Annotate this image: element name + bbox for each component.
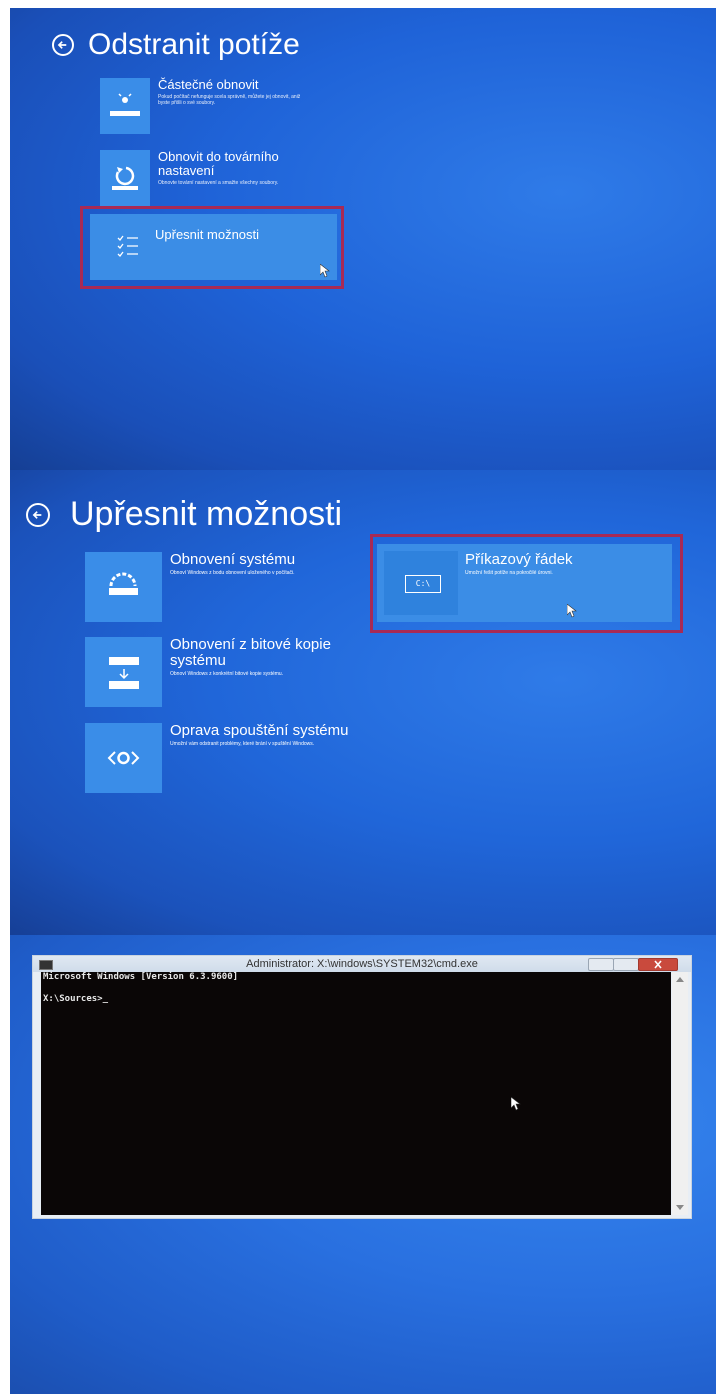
- console-output[interactable]: Microsoft Windows [Version 6.3.9600] X:\…: [41, 972, 671, 1215]
- tile-description: Obnoví Windows z konkrétní bitové kopie …: [170, 671, 284, 677]
- mouse-cursor-icon: [567, 604, 577, 618]
- tile-command-prompt[interactable]: C:\ Příkazový řádek Umožní řešit potíže …: [377, 544, 672, 622]
- tile-title: Obnovit do továrního nastavení: [158, 149, 279, 178]
- refresh-pc-icon: [100, 78, 150, 134]
- tile-title: Oprava spouštění systému: [170, 722, 349, 739]
- tile-reset-pc[interactable]: Obnovit do továrního nastavení Obnovte t…: [100, 150, 308, 206]
- tile-startup-repair[interactable]: Oprava spouštění systému Umožní vám odst…: [85, 723, 350, 793]
- startup-repair-icon: [85, 723, 162, 793]
- tile-system-image-recovery[interactable]: Obnovení z bitové kopie systému Obnoví W…: [85, 637, 350, 707]
- tile-description: Umožní řešit potíže na pokročilé úrovni.: [465, 570, 553, 576]
- tile-description: Pokud počítač nefunguje scela správně, m…: [158, 94, 301, 106]
- mouse-cursor-icon: [511, 1097, 521, 1111]
- system-image-icon: [85, 637, 162, 707]
- close-button[interactable]: [638, 958, 678, 971]
- page-title: Upřesnit možnosti: [70, 495, 343, 533]
- reset-pc-icon: [100, 150, 150, 206]
- tile-description: Umožní vám odstranit problémy, které brá…: [170, 741, 315, 747]
- system-restore-icon: [85, 552, 162, 622]
- close-icon: [654, 960, 662, 969]
- tile-description: Obnovte tovární nastavení a smažte všech…: [158, 180, 279, 186]
- tile-title: Obnovení z bitové kopie systému: [170, 636, 331, 669]
- scroll-down-icon[interactable]: [676, 1205, 684, 1210]
- troubleshoot-screen: Odstranit potíže Částečné obnovit Pokud …: [10, 8, 716, 470]
- advanced-options-header: Upřesnit možnosti: [26, 495, 342, 534]
- tile-description: Obnoví Windows z bodu obnovení uloženého…: [170, 570, 295, 576]
- command-prompt-icon: C:\: [384, 551, 458, 615]
- tile-refresh-pc[interactable]: Částečné obnovit Pokud počítač nefunguje…: [100, 78, 308, 134]
- troubleshoot-header: Odstranit potíže: [52, 28, 300, 62]
- advanced-options-screen: Upřesnit možnosti Obnovení systému Obnov…: [10, 470, 716, 935]
- minimize-button[interactable]: [588, 958, 614, 971]
- tile-title: Částečné obnovit: [158, 77, 259, 92]
- cmd-titlebar[interactable]: Administrator: X:\windows\SYSTEM32\cmd.e…: [33, 956, 691, 972]
- tile-advanced-options[interactable]: Upřesnit možnosti: [90, 214, 337, 280]
- maximize-button[interactable]: [613, 958, 639, 971]
- tile-title: Obnovení systému: [170, 551, 296, 568]
- tile-system-restore[interactable]: Obnovení systému Obnoví Windows z bodu o…: [85, 552, 350, 622]
- tile-title: Příkazový řádek: [465, 551, 573, 568]
- checklist-icon: [117, 235, 138, 257]
- tile-title: Upřesnit možnosti: [155, 227, 260, 242]
- mouse-cursor-icon: [320, 264, 330, 278]
- cmd-window[interactable]: Administrator: X:\windows\SYSTEM32\cmd.e…: [32, 955, 692, 1219]
- back-arrow-icon[interactable]: [26, 502, 50, 527]
- vertical-scrollbar[interactable]: [672, 972, 688, 1215]
- page-title: Odstranit potíže: [88, 28, 300, 61]
- scroll-up-icon[interactable]: [676, 977, 684, 982]
- console-line: Microsoft Windows [Version 6.3.9600]: [43, 972, 239, 982]
- cmd-icon-label: C:\: [405, 575, 441, 593]
- console-prompt: X:\Sources>_: [43, 994, 109, 1004]
- command-prompt-screen: Administrator: X:\windows\SYSTEM32\cmd.e…: [10, 935, 716, 1394]
- back-arrow-icon[interactable]: [52, 34, 74, 56]
